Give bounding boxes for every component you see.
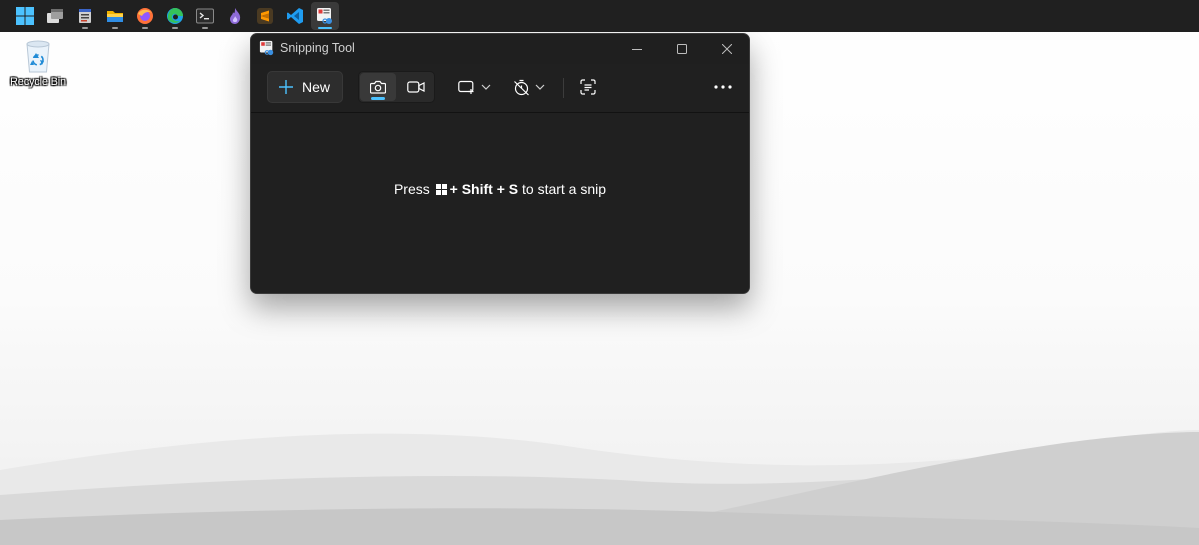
snipping-tool-window: Snipping Tool New Press + Shift + S to s…: [250, 33, 750, 294]
taskbar-snipping-tool[interactable]: [311, 2, 339, 30]
folder-icon: [107, 11, 123, 22]
taskbar-purple-app[interactable]: [221, 2, 249, 30]
more-options-button[interactable]: [705, 71, 741, 103]
snip-shape-dropdown[interactable]: [451, 71, 497, 103]
desktop-icon-recycle-bin[interactable]: Recycle Bin: [4, 38, 72, 88]
task-view-button[interactable]: [41, 2, 69, 30]
hint-suffix: to start a snip: [522, 181, 607, 197]
start-snip-hint: Press + Shift + S to start a snip: [251, 181, 749, 197]
windows-key-icon: [435, 184, 447, 195]
flame-app-icon: [230, 8, 241, 24]
hint-prefix: Press: [393, 181, 430, 197]
hint-shortcut: + Shift + S: [449, 181, 519, 197]
close-icon: [722, 44, 732, 54]
toolbar: New: [251, 64, 749, 113]
screenshot-mode-button[interactable]: [360, 73, 396, 101]
start-button[interactable]: [11, 2, 39, 30]
plus-icon: [279, 80, 293, 94]
camera-icon: [370, 80, 386, 94]
taskbar-app-stack[interactable]: [71, 2, 99, 30]
minimize-button[interactable]: [614, 34, 660, 64]
new-snip-button[interactable]: New: [267, 71, 343, 103]
chevron-down-icon: [481, 84, 490, 90]
snipping-tool-icon: [317, 8, 332, 24]
taskbar-terminal[interactable]: [191, 2, 219, 30]
new-snip-label: New: [302, 79, 331, 95]
taskbar-file-explorer[interactable]: [101, 2, 129, 30]
snipping-tool-icon: [259, 40, 274, 56]
taskbar-firefox[interactable]: [131, 2, 159, 30]
sublime-icon: [257, 8, 273, 24]
terminal-icon: [196, 8, 214, 24]
rectangle-snip-icon: [457, 80, 473, 94]
app-stack-icon: [79, 9, 91, 23]
task-view-icon: [47, 9, 63, 23]
close-button[interactable]: [704, 34, 749, 64]
recycle-bin-icon: [26, 40, 50, 73]
text-extract-icon: [580, 79, 596, 95]
chevron-down-icon: [535, 84, 545, 90]
recycle-bin-label: Recycle Bin: [10, 76, 66, 88]
windows-logo-icon: [16, 7, 34, 25]
text-actions-button[interactable]: [571, 71, 605, 103]
taskbar-edge[interactable]: [161, 2, 189, 30]
maximize-button[interactable]: [659, 34, 705, 64]
maximize-icon: [677, 44, 687, 54]
video-camera-icon: [407, 81, 425, 93]
video-mode-button[interactable]: [398, 73, 434, 101]
firefox-icon: [137, 8, 153, 24]
title-bar[interactable]: Snipping Tool: [251, 34, 749, 64]
taskbar: [0, 0, 1199, 32]
edge-icon: [167, 8, 183, 24]
snip-canvas: Press + Shift + S to start a snip: [251, 113, 749, 293]
vscode-icon: [287, 8, 303, 24]
taskbar-sublime-text[interactable]: [251, 2, 279, 30]
toolbar-divider: [563, 78, 564, 98]
capture-mode-toggle: [358, 71, 435, 103]
minimize-icon: [632, 49, 642, 50]
more-icon: [714, 85, 732, 89]
no-timer-icon: [514, 79, 529, 95]
window-title: Snipping Tool: [280, 41, 355, 55]
delay-timer-dropdown[interactable]: [506, 71, 552, 103]
taskbar-vscode[interactable]: [281, 2, 309, 30]
